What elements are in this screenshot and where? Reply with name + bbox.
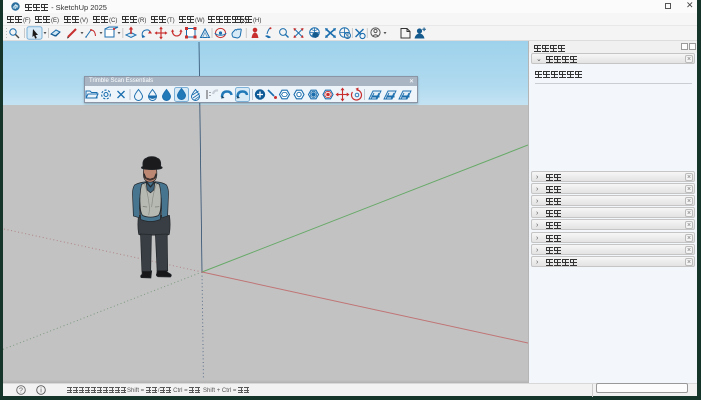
svg-text:i: i	[40, 387, 42, 394]
svg-text:$: $	[346, 33, 350, 40]
svg-text:?: ?	[19, 387, 23, 394]
